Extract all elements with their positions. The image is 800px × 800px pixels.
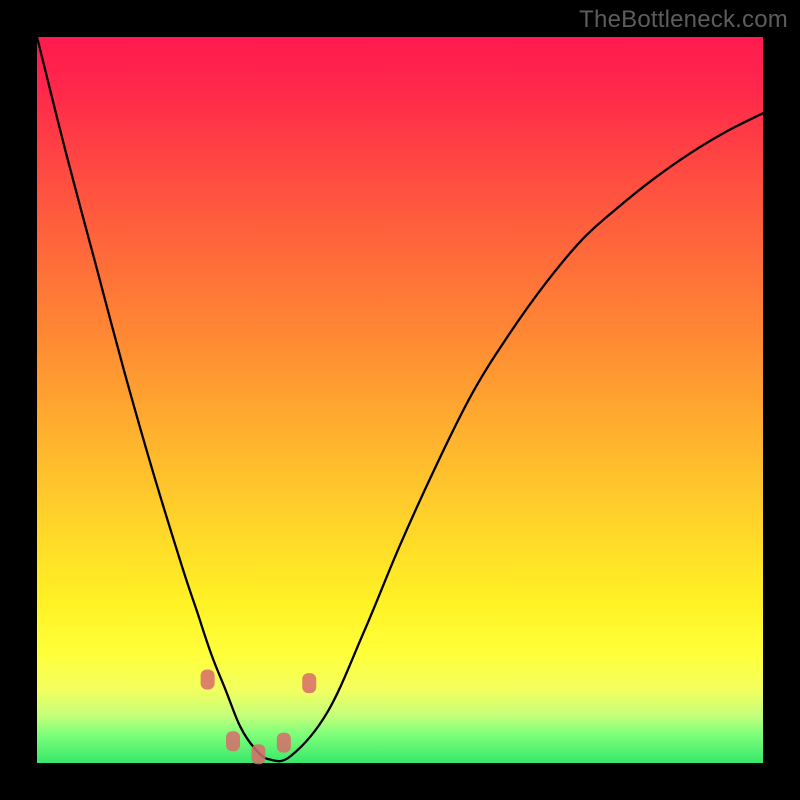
marker-point-1 [226, 731, 240, 751]
marker-point-0 [201, 670, 215, 690]
bottleneck-curve [37, 37, 763, 761]
chart-frame: TheBottleneck.com [0, 0, 800, 800]
marker-point-4 [302, 673, 316, 693]
marker-point-3 [277, 733, 291, 753]
marker-point-2 [251, 744, 265, 764]
chart-svg [0, 0, 800, 800]
curve-layer [37, 37, 763, 761]
